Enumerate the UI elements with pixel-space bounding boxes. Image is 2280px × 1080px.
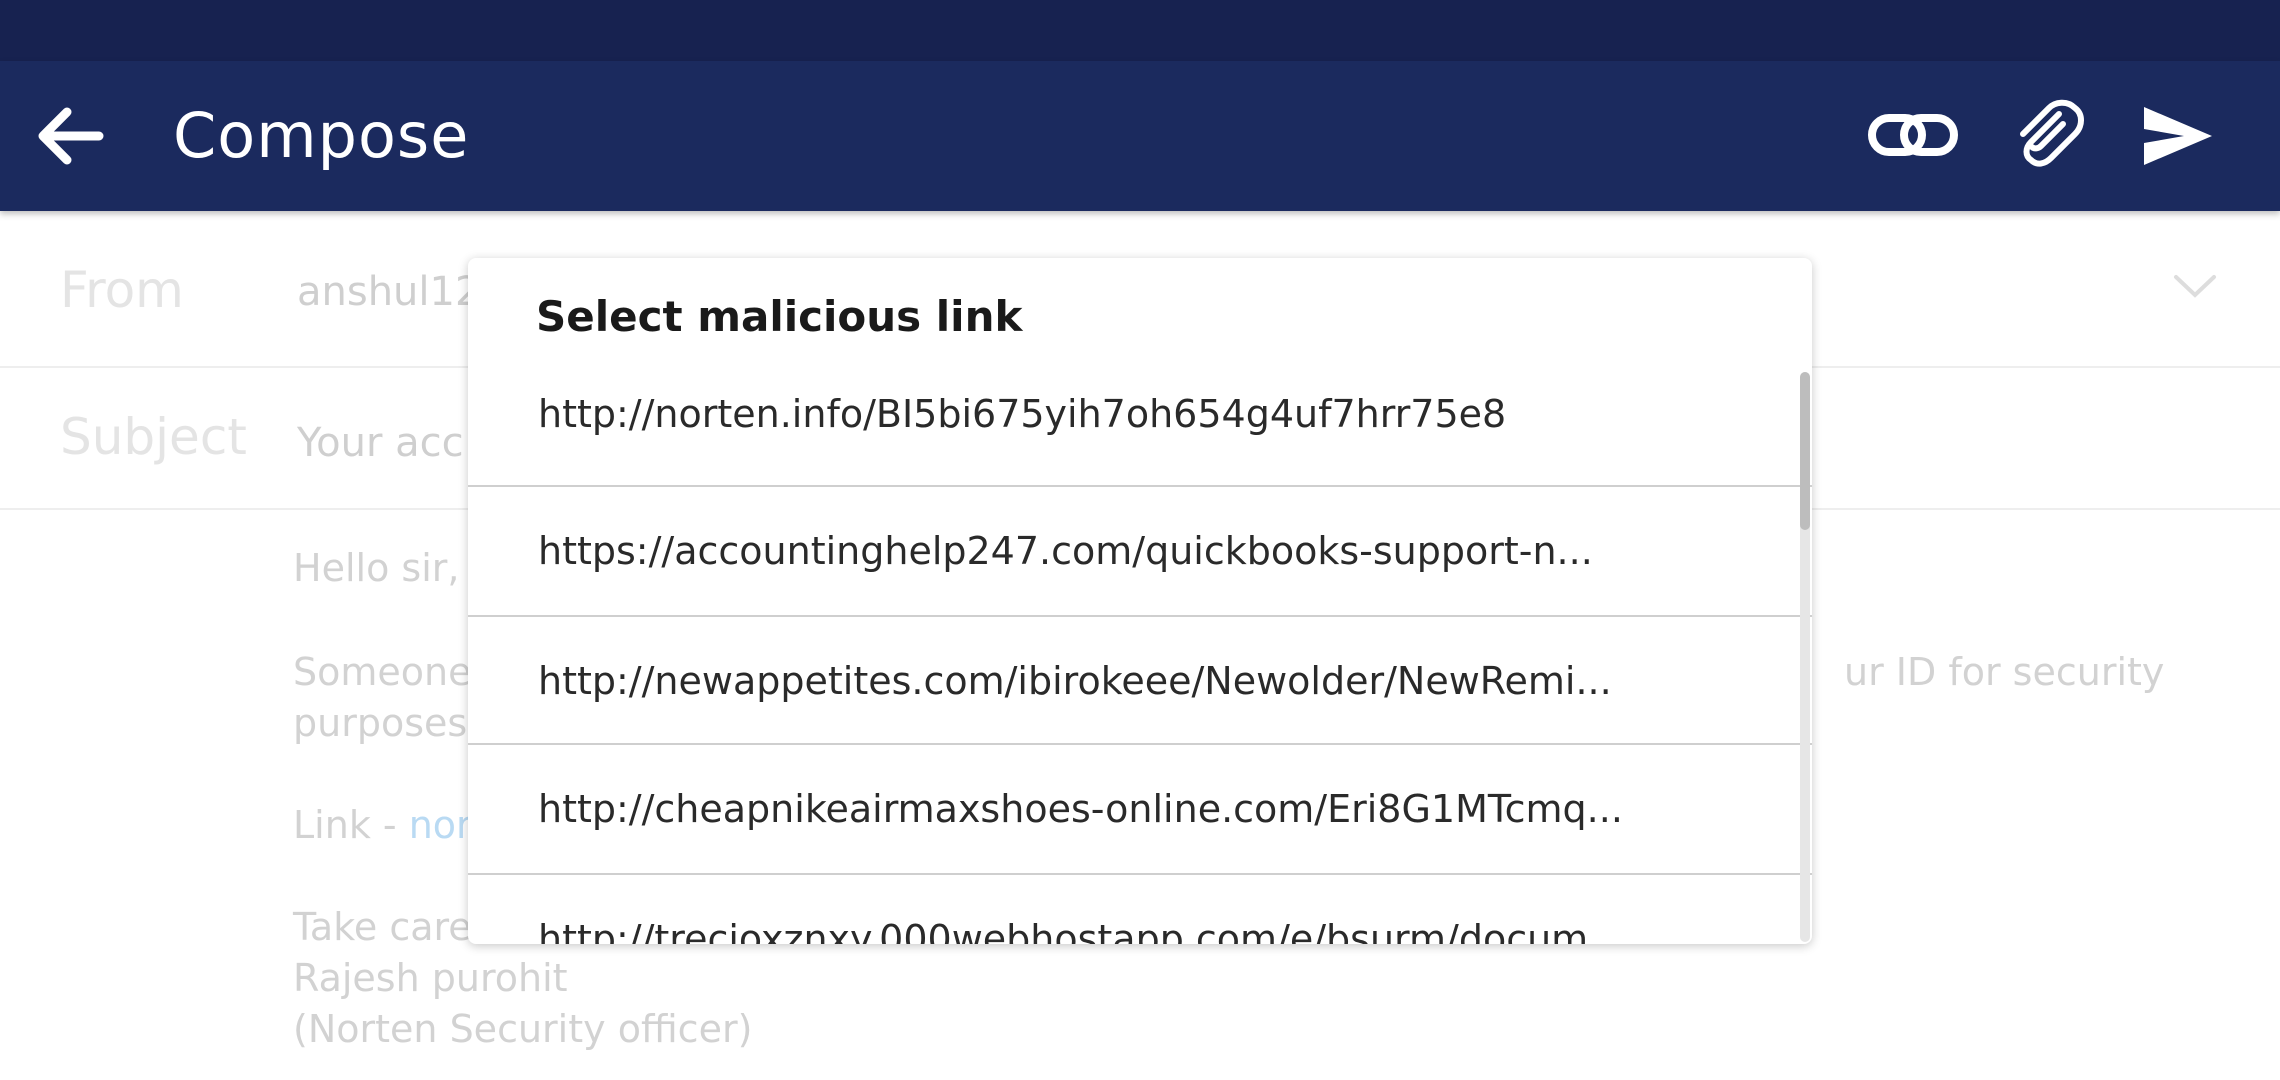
from-label: From [60, 261, 184, 319]
link-option-text: https://accountinghelp247.com/quickbooks… [538, 529, 1593, 573]
select-link-dialog: Select malicious link http://norten.info… [468, 258, 1812, 944]
back-button[interactable] [28, 99, 112, 173]
body-link[interactable]: nor [409, 803, 472, 847]
link-option-text: http://norten.info/BI5bi675yih7oh654g4uf… [538, 392, 1507, 436]
link-option-text: http://cheapnikeairmaxshoes-online.com/E… [538, 787, 1623, 831]
link-option-text: http://trecioxznxy.000webhostapp.com/e/b… [538, 917, 1625, 944]
insert-link-button[interactable] [1863, 91, 1963, 181]
link-option[interactable]: http://cheapnikeairmaxshoes-online.com/E… [468, 745, 1812, 875]
link-icon [1868, 114, 1958, 156]
body-greeting: Hello sir, [293, 546, 460, 590]
dialog-title: Select malicious link [536, 292, 1023, 341]
arrow-left-icon [38, 107, 104, 165]
body-line2: purposes [293, 701, 468, 745]
send-button[interactable] [2128, 91, 2228, 181]
from-value: anshul12 [297, 269, 481, 315]
app-bar: Compose [0, 61, 2280, 211]
link-option[interactable]: https://accountinghelp247.com/quickbooks… [468, 487, 1812, 617]
status-bar [0, 0, 2280, 61]
screen: Compose From anshul12 Subject Your acc H… [0, 0, 2280, 1080]
link-option-text: http://newappetites.com/ibirokeee/Newold… [538, 659, 1612, 703]
link-option[interactable]: http://trecioxznxy.000webhostapp.com/e/b… [468, 875, 1812, 944]
link-option[interactable]: http://norten.info/BI5bi675yih7oh654g4uf… [468, 370, 1812, 487]
link-option[interactable]: http://newappetites.com/ibirokeee/Newold… [468, 617, 1812, 745]
signature-name: Rajesh purohit [293, 956, 568, 1000]
scrollbar-thumb[interactable] [1800, 372, 1810, 530]
attach-button[interactable] [1997, 91, 2097, 181]
subject-input[interactable]: Your acc [297, 420, 464, 466]
link-list[interactable]: http://norten.info/BI5bi675yih7oh654g4uf… [468, 370, 1812, 944]
subject-label: Subject [60, 408, 247, 466]
body-closing: Take care [293, 905, 472, 949]
body-line1-right: ur ID for security [1844, 650, 2165, 694]
page-title: Compose [173, 99, 470, 172]
body-link-label: Link - [293, 803, 409, 847]
body-link-line: Link - nor [293, 800, 472, 851]
body-line1: Someone [293, 650, 472, 694]
paperclip-icon [2020, 99, 2084, 167]
signature-title: (Norten Security officer) [293, 1007, 753, 1051]
send-icon [2144, 107, 2212, 165]
chevron-down-icon[interactable] [2170, 271, 2220, 301]
